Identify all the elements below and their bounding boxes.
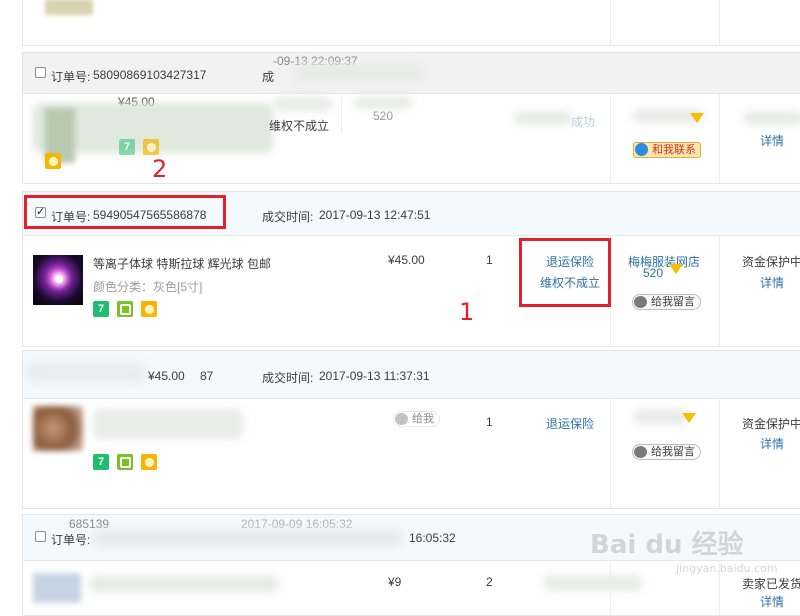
annotation-number-2: 2 <box>152 155 168 183</box>
bag-icon <box>117 454 133 470</box>
highlight-rights-status <box>519 238 611 307</box>
deal-time: 2017-09-13 12:47:51 <box>319 208 431 222</box>
order-status: 卖家已发货 <box>742 577 800 591</box>
sun-icon <box>45 153 61 169</box>
blurred-area <box>353 97 413 109</box>
column-divider <box>610 560 611 615</box>
product-thumbnail <box>33 573 81 603</box>
seven-day-return-icon: 7 <box>93 454 109 470</box>
blurred-area <box>89 575 279 593</box>
chat-icon <box>635 143 648 156</box>
price-faded: ¥45.00 <box>148 369 185 383</box>
status-fragment: 成功 <box>571 115 596 129</box>
column-divider <box>719 0 720 45</box>
star-icon <box>669 264 683 274</box>
blurred-area <box>93 529 403 547</box>
order-card-1: 订单号: 58090869103427317 成 -09-13 22:09:37… <box>22 52 800 184</box>
blurred-area <box>273 97 333 111</box>
order-card-top-partial <box>22 0 800 46</box>
annotation-number-1: 1 <box>459 298 475 326</box>
blurred-area <box>633 409 688 425</box>
seven-day-icon: 7 <box>119 139 135 155</box>
column-divider <box>341 97 342 133</box>
column-divider <box>610 398 611 508</box>
product-thumbnail <box>45 0 93 15</box>
contact-label: 和我联系 <box>652 144 696 156</box>
quantity: 1 <box>486 253 493 267</box>
leave-message-faded: 给我 <box>393 411 440 427</box>
detail-link[interactable]: 详情 <box>760 593 784 610</box>
leave-message-button[interactable]: 给我留言 <box>632 444 701 460</box>
order-checkbox[interactable] <box>35 67 46 78</box>
contact-seller-button[interactable]: 和我联系 <box>633 142 701 158</box>
product-title[interactable]: 等离子体球 特斯拉球 辉光球 包邮 <box>93 255 271 272</box>
order-number-label: 订单号: <box>51 70 91 84</box>
price-partial: ¥9 <box>388 575 402 589</box>
shop-fragment: 520 <box>373 109 394 123</box>
order-status: 资金保护中 <box>742 417 800 431</box>
star-icon <box>690 113 704 123</box>
deal-time-prefix: 成 <box>262 70 275 84</box>
return-insurance-link[interactable]: 退运保险 <box>546 415 594 432</box>
plasma-ball-thumbnail[interactable] <box>33 255 83 305</box>
sun-icon <box>143 139 159 155</box>
baidu-watermark-logo: Bai du 经验 <box>590 530 744 560</box>
product-variant: 颜色分类：灰色[5寸] <box>93 280 203 294</box>
blurred-area <box>27 363 147 383</box>
star-icon <box>682 413 696 423</box>
leave-message-faded-label: 给我 <box>412 413 434 425</box>
order-number-label: 订单号: <box>51 533 91 547</box>
sun-icon <box>141 454 157 470</box>
detail-link[interactable]: 详情 <box>760 435 784 452</box>
column-divider <box>610 93 611 183</box>
quantity: 1 <box>486 415 493 429</box>
order-number: 58090869103427317 <box>93 68 207 82</box>
order-checkbox[interactable] <box>35 531 46 542</box>
shop-sub: 520 <box>643 266 664 280</box>
chat-icon <box>634 296 647 308</box>
column-divider <box>610 0 611 45</box>
sun-icon <box>141 301 157 317</box>
seven-day-return-icon: 7 <box>93 301 109 317</box>
detail-link[interactable]: 详情 <box>760 132 784 149</box>
quantity: 2 <box>486 575 493 589</box>
order-number-fragment: 87 <box>200 369 214 383</box>
order-card-3: ¥45.00 87 成交时间: 2017-09-13 11:37:31 7 给我… <box>22 350 800 509</box>
blurred-area <box>513 111 573 125</box>
leave-message-button[interactable]: 给我留言 <box>632 294 701 310</box>
deal-time-label: 成交时间: <box>262 371 314 385</box>
baidu-watermark-url: jingyan.baidu.com <box>676 562 778 575</box>
rights-status: 维权不成立 <box>269 119 330 133</box>
leave-message-label: 给我留言 <box>651 446 695 458</box>
bag-icon <box>117 301 133 317</box>
chat-icon <box>634 446 647 458</box>
blurred-area <box>93 409 243 439</box>
order-header: ¥45.00 87 成交时间: 2017-09-13 11:37:31 <box>23 351 800 399</box>
product-thumbnail <box>33 406 83 451</box>
order-status: 资金保护中 <box>742 255 800 269</box>
shop-name-link[interactable]: 梅梅服装网店 <box>628 253 700 270</box>
price: ¥45.00 <box>388 253 425 267</box>
deal-time-partial: 16:05:32 <box>409 531 456 545</box>
highlight-order-number <box>24 195 226 229</box>
deal-time-label: 成交时间: <box>262 210 314 224</box>
chat-icon <box>395 413 408 425</box>
detail-link[interactable]: 详情 <box>760 274 784 291</box>
leave-message-label: 给我留言 <box>651 296 695 308</box>
column-divider <box>719 398 720 508</box>
column-divider <box>719 235 720 346</box>
blurred-area <box>293 63 423 83</box>
column-divider <box>719 93 720 183</box>
blurred-area <box>543 575 643 591</box>
blurred-area <box>743 111 800 125</box>
order-header: 订单号: 58090869103427317 成 -09-13 22:09:37 <box>23 53 800 94</box>
deal-time: 2017-09-13 11:37:31 <box>319 369 430 383</box>
